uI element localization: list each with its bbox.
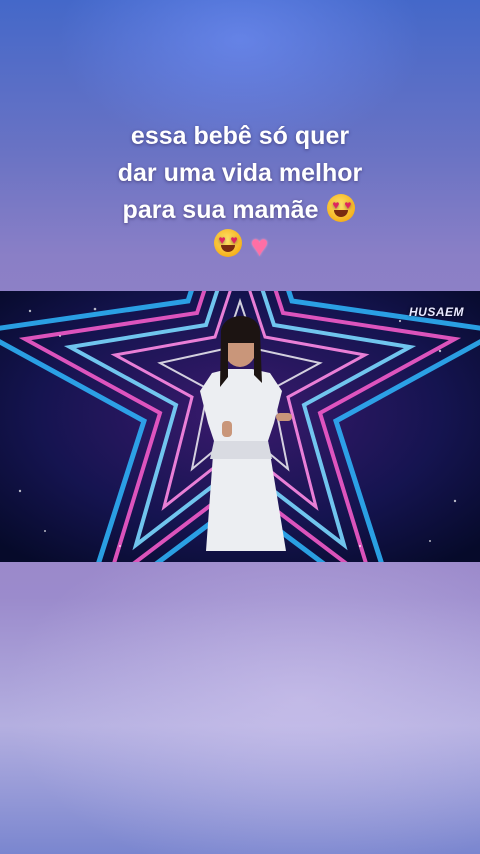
heart-eyes-emoji-icon: ♥ ♥ bbox=[327, 194, 356, 222]
caption-emoji-line: ♥ ♥ ♥ bbox=[0, 227, 480, 265]
video-frame[interactable]: HUSAEM bbox=[0, 291, 480, 562]
caption-line-3-wrap: para sua mamãe ♥ ♥ bbox=[0, 192, 480, 229]
heart-eyes-emoji-icon: ♥ ♥ bbox=[213, 229, 242, 257]
caption-line-2: dar uma vida melhor bbox=[117, 159, 363, 187]
video-watermark: HUSAEM bbox=[408, 305, 464, 319]
caption-line-1: essa bebê só quer bbox=[130, 122, 350, 150]
pink-heart-emoji-icon: ♥ bbox=[250, 230, 269, 263]
stage-star-backdrop bbox=[0, 291, 480, 562]
caption-line-3: para sua mamãe bbox=[122, 196, 319, 224]
post-caption: essa bebê só quer dar uma vida melhor pa… bbox=[0, 118, 480, 265]
